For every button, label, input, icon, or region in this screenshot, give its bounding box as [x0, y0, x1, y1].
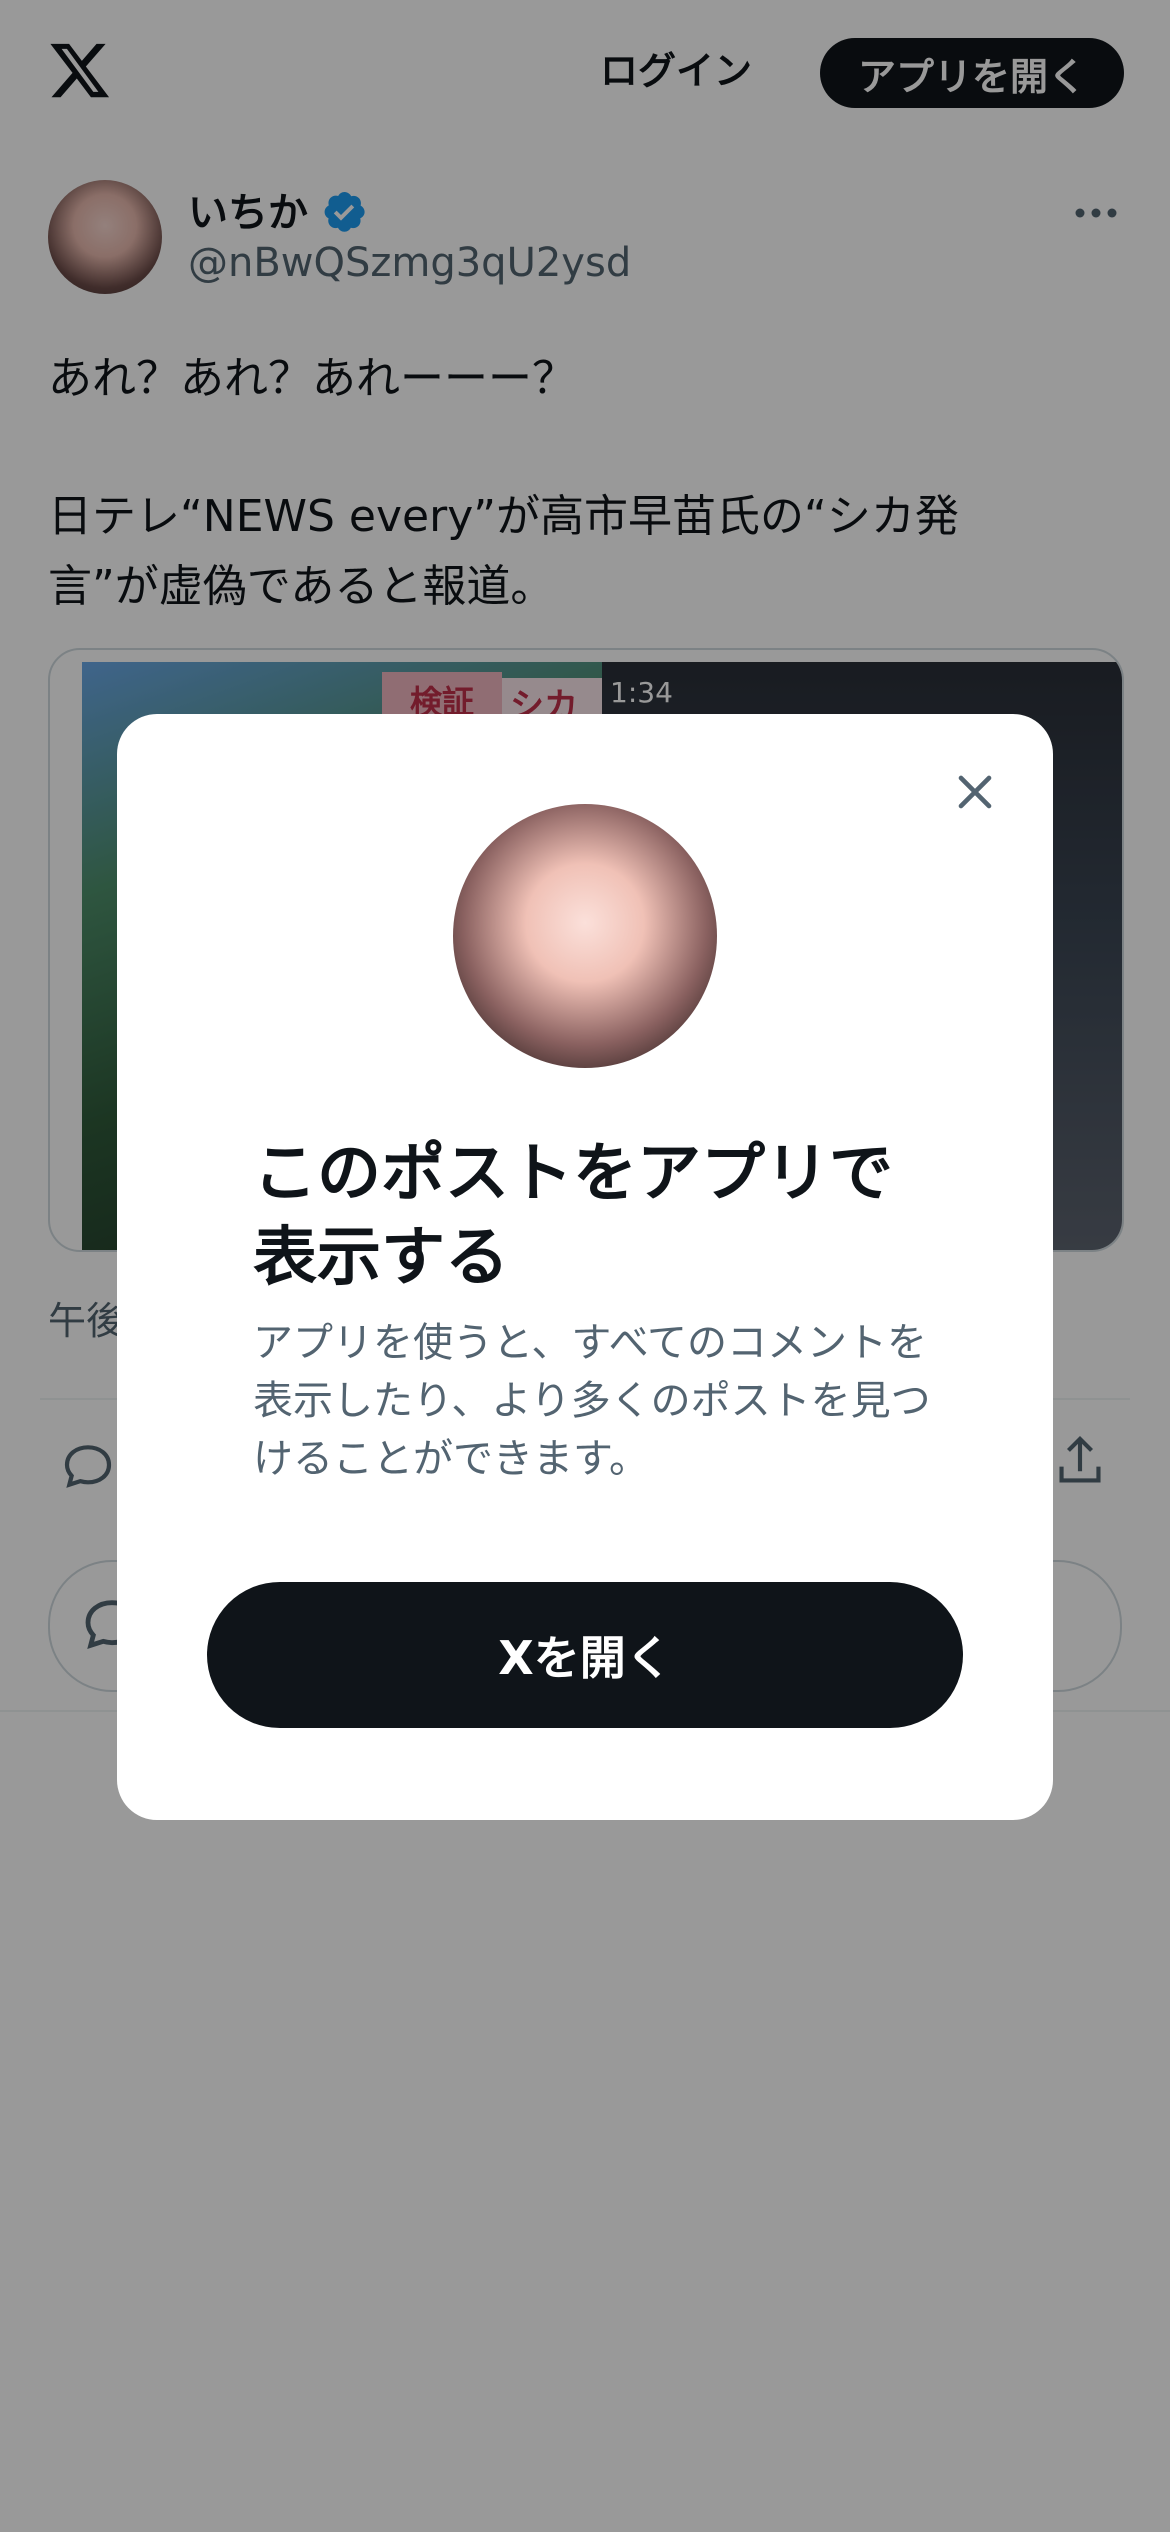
- modal-title: このポストをアプリで表示する: [253, 1137, 893, 1295]
- close-icon[interactable]: [947, 764, 1003, 820]
- modal-avatar: [453, 804, 717, 1068]
- open-in-app-modal: このポストをアプリで表示する アプリを使うと、すべてのコメントを表示したり、より…: [117, 714, 1053, 1820]
- open-x-button[interactable]: Xを開く: [207, 1582, 963, 1728]
- modal-description: アプリを使うと、すべてのコメントを表示したり、より多くのポストを見つけることがで…: [253, 1320, 931, 1482]
